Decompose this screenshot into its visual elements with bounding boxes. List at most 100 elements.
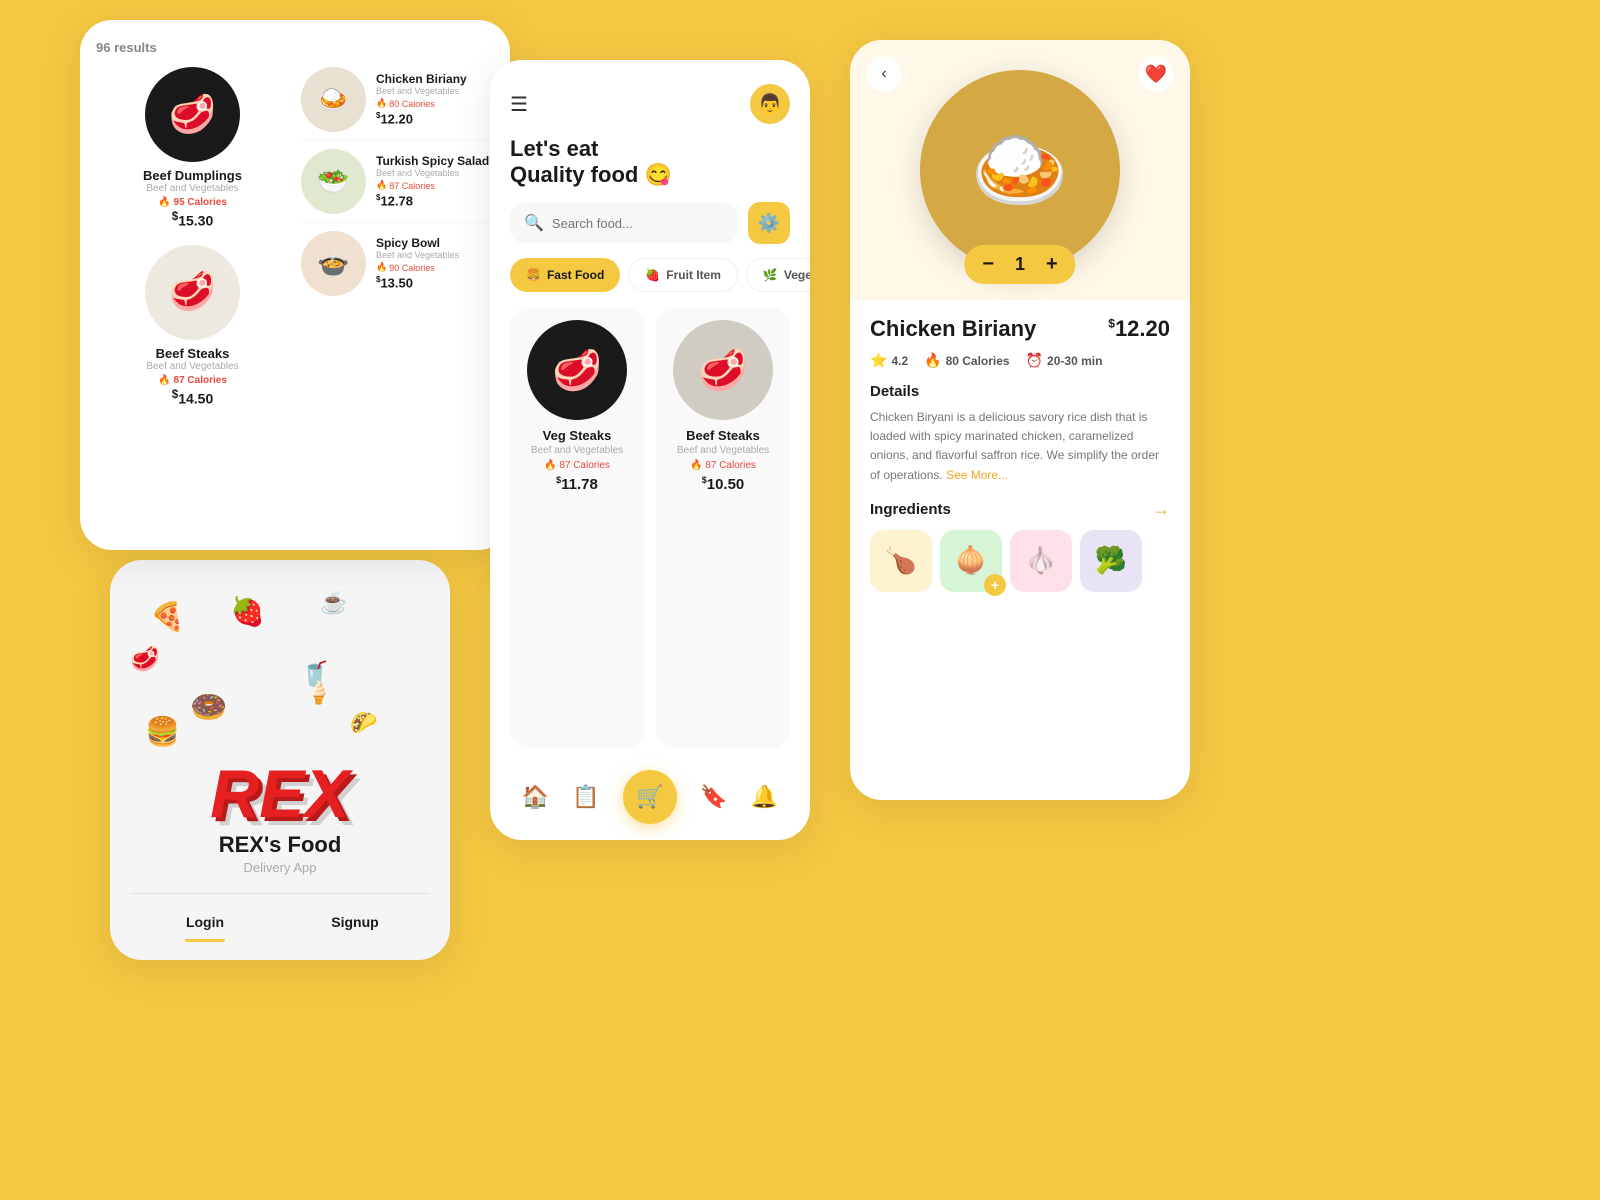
detail-title-row: Chicken Biriany $12.20 [870,316,1170,342]
clock-icon: ⏰ [1026,352,1043,369]
ingredients-row: 🍗 🧅 + 🧄 🥦 [870,530,1170,592]
emoji-decoration: 🍕 🍓 ☕ 🥩 🥤 🍩 🍦 🍔 🌮 [130,590,430,750]
search-bar[interactable]: 🔍 [510,203,738,243]
back-button[interactable]: ‹ [866,56,902,92]
food-price: $15.30 [172,210,214,229]
pizza-icon: 🍕 [150,600,185,633]
cat-label: Fast Food [547,268,604,282]
fire-icon: 🔥 [158,375,170,386]
detail-image-area: 🍛 ‹ ❤️ − 1 + [850,40,1190,300]
food-name: Spicy Bowl [376,236,459,250]
ingredients-arrow-icon[interactable]: → [1152,499,1170,520]
food-name: Beef Dumplings [143,168,242,183]
food-image: 🍲 [301,231,366,296]
app-header: ☰ 👨 [490,60,810,136]
list-item[interactable]: 🍛 Chicken Biriany Beef and Vegetables 🔥 … [301,67,494,141]
fire-icon: 🔥 [544,460,556,471]
ingredient-broccoli: 🥦 [1080,530,1142,592]
results-count: 96 results [96,40,494,55]
cat-label: Vege... [784,268,810,282]
list-item[interactable]: 🍲 Spicy Bowl Beef and Vegetables 🔥 90 Ca… [301,231,494,296]
food-info: Turkish Spicy Salad Beef and Vegetables … [376,154,489,208]
time-meta: ⏰ 20-30 min [1026,352,1103,369]
calories-row: 🔥 87 Calories [376,180,489,191]
strawberry-icon: 🍓 [230,595,265,628]
food-info: Chicken Biriany Beef and Vegetables 🔥 80… [376,72,467,126]
list-item[interactable]: 🥩 Beef Dumplings Beef and Vegetables 🔥 9… [96,67,289,229]
food-tile-name: Veg Steaks [543,428,612,443]
food-desc: Beef and Vegetables [146,361,238,372]
search-section: 🔍 ⚙️ [490,202,810,258]
category-fruit[interactable]: 🍓 Fruit Item [628,258,738,292]
menu-icon[interactable]: ☰ [510,92,528,117]
food-tile-beef-steaks[interactable]: 🥩 Beef Steaks Beef and Vegetables 🔥 87 C… [656,308,790,748]
food-info: Spicy Bowl Beef and Vegetables 🔥 90 Calo… [376,236,459,290]
calories-row: 🔥 80 Calories [376,98,467,109]
app-subtitle: Delivery App [244,860,317,875]
ingredients-header: Ingredients → [870,499,1170,520]
food-desc: Beef and Vegetables [376,250,459,260]
fruit-cat-icon: 🍓 [645,268,660,282]
ingredient-onion: 🧅 + [940,530,1002,592]
food-image: 🍛 [301,67,366,132]
list-item[interactable]: 🥗 Turkish Spicy Salad Beef and Vegetable… [301,149,494,223]
ingredient-chicken: 🍗 [870,530,932,592]
food-tile-cal: 🔥 87 Calories [544,460,610,471]
login-button[interactable]: Login [130,908,280,936]
greeting-line1: Let's eat [510,136,790,162]
food-tile-cal: 🔥 87 Calories [690,460,756,471]
calories-text: 87 Calories [174,375,227,386]
detail-price: $12.20 [1108,316,1170,342]
list-item[interactable]: 🥩 Beef Steaks Beef and Vegetables 🔥 87 C… [96,245,289,407]
flame-icon: 🔥 [924,352,941,369]
right-column: 🍛 Chicken Biriany Beef and Vegetables 🔥 … [301,67,494,527]
food-tile-desc: Beef and Vegetables [677,445,769,456]
fire-icon: 🔥 [158,197,170,208]
category-fast-food[interactable]: 🍔 Fast Food [510,258,620,292]
fire-icon: 🔥 [690,460,702,471]
details-section-title: Details [870,383,1170,400]
food-tile-desc: Beef and Vegetables [531,445,623,456]
signup-button[interactable]: Signup [280,908,430,936]
favorite-button[interactable]: ❤️ [1138,56,1174,92]
food-name: Beef Steaks [156,346,230,361]
bell-nav-icon[interactable]: 🔔 [751,784,778,810]
quantity-increase-button[interactable]: + [1046,253,1058,276]
detail-content: Chicken Biriany $12.20 ⭐ 4.2 🔥 80 Calori… [850,300,1190,800]
calories-value: 80 Calories [946,354,1010,368]
food-name: Chicken Biriany [376,72,467,86]
food-price: $14.50 [172,388,214,407]
rating-meta: ⭐ 4.2 [870,352,908,369]
detail-food-name: Chicken Biriany [870,316,1036,342]
quantity-decrease-button[interactable]: − [982,253,994,276]
search-input[interactable] [552,216,724,231]
detail-card: 🍛 ‹ ❤️ − 1 + Chicken Biriany $12.20 ⭐ 4.… [850,40,1190,800]
home-nav-icon[interactable]: 🏠 [522,784,549,810]
calories-text: 95 Calories [174,197,227,208]
burger-cat-icon: 🍔 [526,268,541,282]
see-more-link[interactable]: See More... [946,468,1008,482]
vege-cat-icon: 🌿 [763,268,778,282]
food-tile-veg-steaks[interactable]: 🥩 Veg Steaks Beef and Vegetables 🔥 87 Ca… [510,308,644,748]
category-vege[interactable]: 🌿 Vege... [746,258,810,292]
donut-icon: 🍩 [190,690,227,725]
orders-nav-icon[interactable]: 📋 [572,784,599,810]
calories-row: 🔥 87 Calories [158,375,227,386]
cart-nav-button[interactable]: 🛒 [623,770,677,824]
auth-buttons: Login Signup [130,893,430,936]
greeting-line2: Quality food 😋 [510,162,790,188]
quantity-control: − 1 + [964,245,1075,284]
user-avatar[interactable]: 👨 [750,84,790,124]
calories-text: 80 Calories [389,99,435,109]
bookmark-nav-icon[interactable]: 🔖 [700,784,727,810]
main-app-card: ☰ 👨 Let's eat Quality food 😋 🔍 ⚙️ 🍔 Fast… [490,60,810,840]
filter-button[interactable]: ⚙️ [748,202,790,244]
add-ingredient-button[interactable]: + [984,574,1006,596]
ingredient-garlic: 🧄 [1010,530,1072,592]
calories-meta: 🔥 80 Calories [924,352,1009,369]
detail-meta: ⭐ 4.2 🔥 80 Calories ⏰ 20-30 min [870,352,1170,369]
detail-food-image: 🍛 [920,70,1120,270]
rex-logo-text: REX [210,760,350,828]
food-price: $12.78 [376,193,489,208]
ingredients-title: Ingredients [870,501,951,518]
